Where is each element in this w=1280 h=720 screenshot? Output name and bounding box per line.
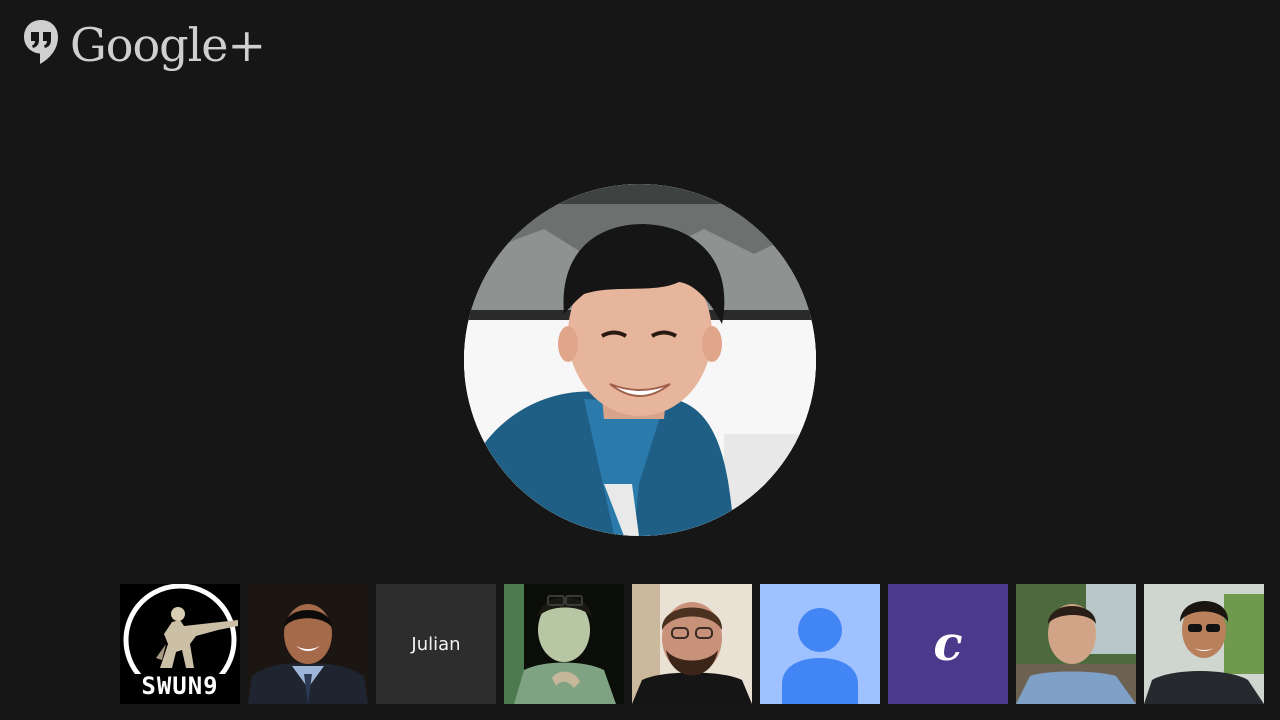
hangout-stage: Google+ SWUN9 Julian c	[0, 0, 1280, 720]
hangouts-icon	[22, 18, 60, 71]
participant-filmstrip: SWUN9 Julian c	[120, 584, 1264, 704]
participant-photo	[1016, 584, 1136, 704]
participant-photo	[248, 584, 368, 704]
brand-logo: Google+	[22, 17, 266, 72]
swun9-logo-text: SWUN9	[141, 672, 219, 700]
main-speaker-avatar	[464, 184, 816, 536]
participant-tile[interactable]	[248, 584, 368, 704]
participant-initial: c	[933, 616, 963, 672]
participant-photo	[632, 584, 752, 704]
participant-tile[interactable]: SWUN9	[120, 584, 240, 704]
participant-tile[interactable]	[760, 584, 880, 704]
participant-tile[interactable]: Julian	[376, 584, 496, 704]
participant-name: Julian	[411, 633, 461, 655]
participant-tile[interactable]	[632, 584, 752, 704]
brand-name: Google+	[70, 17, 266, 72]
participant-photo	[504, 584, 624, 704]
participant-tile[interactable]	[1016, 584, 1136, 704]
default-avatar-icon	[760, 584, 880, 704]
participant-tile[interactable]: c	[888, 584, 1008, 704]
participant-photo	[1144, 584, 1264, 704]
participant-tile[interactable]	[1144, 584, 1264, 704]
participant-tile[interactable]	[504, 584, 624, 704]
